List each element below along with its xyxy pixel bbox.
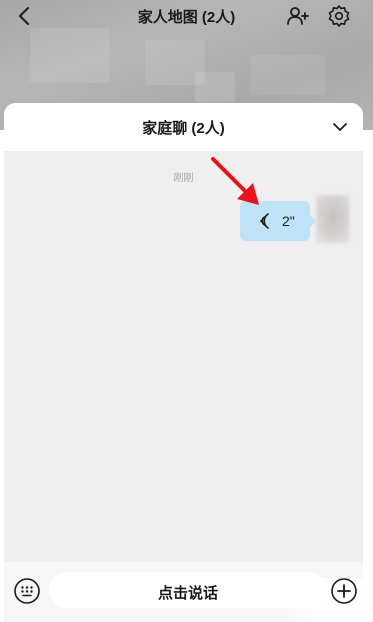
map-tile bbox=[30, 28, 110, 83]
chat-sheet-header: 家庭聊 (2人) bbox=[4, 103, 363, 151]
sender-avatar[interactable] bbox=[316, 195, 350, 243]
top-bar: 家人地图 (2人) bbox=[0, 0, 373, 32]
add-member-button[interactable] bbox=[286, 4, 310, 28]
map-tile bbox=[195, 72, 235, 102]
settings-button[interactable] bbox=[327, 4, 351, 28]
hold-to-talk-button[interactable]: 点击说话 bbox=[49, 572, 373, 622]
collapse-sheet-button[interactable] bbox=[330, 118, 350, 136]
hold-to-talk-label: 点击说话 bbox=[157, 585, 218, 602]
more-options-button[interactable] bbox=[330, 577, 358, 605]
keyboard-icon bbox=[14, 578, 40, 604]
chevron-down-icon bbox=[333, 123, 347, 131]
chevron-left-icon bbox=[19, 7, 29, 25]
message-timestamp: 刚刚 bbox=[173, 173, 194, 184]
add-user-icon bbox=[287, 7, 309, 25]
chat-input-bar: 点击说话 bbox=[4, 562, 373, 622]
map-tile bbox=[250, 55, 325, 95]
gear-icon bbox=[328, 5, 350, 27]
voice-wave-icon bbox=[260, 213, 269, 229]
plus-icon bbox=[331, 578, 357, 604]
family-chat-sheet: 家庭聊 (2人) 刚刚 2" bbox=[4, 103, 363, 622]
page-title: 家人地图 (2人) bbox=[137, 9, 236, 26]
voice-duration: 2" bbox=[282, 213, 295, 229]
voice-message-bubble[interactable]: 2" bbox=[240, 201, 316, 241]
chat-title: 家庭聊 (2人) bbox=[142, 120, 225, 137]
back-button[interactable] bbox=[14, 5, 36, 27]
keyboard-toggle-button[interactable] bbox=[13, 577, 41, 605]
